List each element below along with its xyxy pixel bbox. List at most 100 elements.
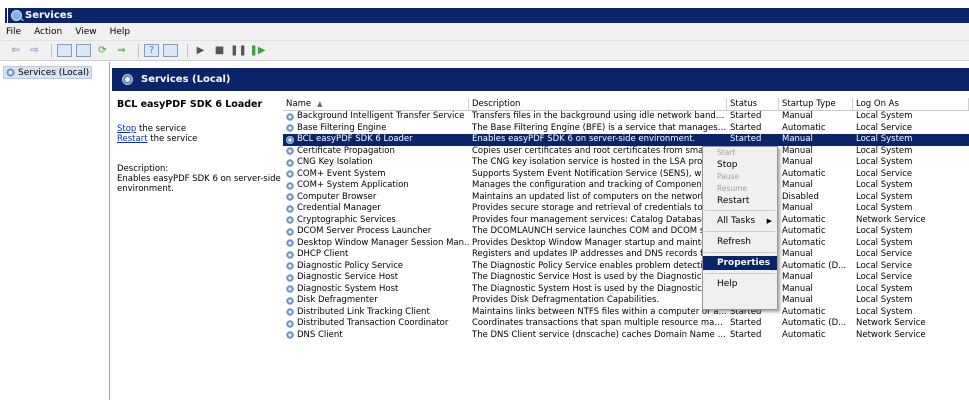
stop-suffix: the service	[136, 124, 187, 134]
table-row[interactable]: DHCP Client Registers and updates IP addr…	[283, 249, 969, 261]
cell-startup-type: Automatic	[782, 226, 826, 236]
table-row[interactable]: Distributed Transaction Coordinator Coord…	[283, 318, 969, 330]
table-row[interactable]: Credential Manager Provides secure storag…	[283, 203, 969, 215]
table-row[interactable]: Base Filtering Engine The Base Filtering …	[283, 123, 969, 135]
show-console-tree-icon[interactable]	[57, 44, 72, 57]
cell-log-on-as: Local System	[856, 145, 913, 156]
table-row[interactable]: DCOM Server Process Launcher The DCOMLAUN…	[283, 226, 969, 238]
cell-log-on-as: Local Service	[856, 122, 913, 133]
cell-name: Distributed Transaction Coordinator	[283, 318, 469, 330]
table-row[interactable]: Computer Browser Maintains an updated lis…	[283, 192, 969, 204]
menu-view[interactable]: View	[75, 27, 96, 37]
cell-name: Base Filtering Engine	[283, 123, 469, 135]
cell-description: Transfers files in the background using …	[472, 111, 727, 121]
properties-icon[interactable]	[76, 44, 91, 57]
table-row[interactable]: COM+ System Application Manages the confi…	[283, 180, 969, 192]
column-header-description[interactable]: Description	[469, 98, 727, 110]
cell-name: DHCP Client	[283, 249, 469, 261]
table-row[interactable]: Distributed Link Tracking Client Maintain…	[283, 307, 969, 319]
table-row[interactable]: Background Intelligent Transfer Service T…	[283, 111, 969, 123]
start-service-icon[interactable]: ▶	[193, 44, 208, 57]
cell-name: Certificate Propagation	[283, 146, 469, 158]
menu-item-properties[interactable]: Properties	[703, 256, 777, 270]
table-row[interactable]: Diagnostic Policy Service The Diagnostic …	[283, 261, 969, 273]
service-name-text: Base Filtering Engine	[297, 122, 387, 133]
table-row[interactable]: Diagnostic System Host The Diagnostic Sys…	[283, 284, 969, 296]
menu-file[interactable]: File	[6, 27, 21, 37]
table-row[interactable]: Cryptographic Services Provides four mana…	[283, 215, 969, 227]
toolbar-separator	[187, 43, 188, 58]
service-gear-icon	[286, 158, 294, 167]
table-row[interactable]: DNS Client The DNS Client service (dnscac…	[283, 330, 969, 342]
column-header-status[interactable]: Status	[727, 98, 779, 110]
cell-name: DNS Client	[283, 330, 469, 342]
column-header-startup-type[interactable]: Startup Type	[779, 98, 853, 110]
cell-name: Background Intelligent Transfer Service	[283, 111, 469, 123]
cell-startup-type: Manual	[782, 272, 813, 282]
back-arrow-icon[interactable]: ⇦	[8, 44, 23, 57]
menu-action[interactable]: Action	[34, 27, 62, 37]
cell-log-on-as: Local Service	[856, 272, 913, 282]
service-name-text: CNG Key Isolation	[297, 157, 373, 167]
cell-description: The Base Filtering Engine (BFE) is a ser…	[472, 122, 727, 133]
cell-startup-type: Automatic	[782, 237, 826, 248]
column-header-log-on-as[interactable]: Log On As	[853, 98, 969, 110]
service-name-text: Distributed Transaction Coordinator	[297, 318, 449, 328]
service-name-text: Diagnostic Policy Service	[297, 260, 404, 271]
refresh-icon[interactable]: ⟳	[95, 44, 110, 57]
cell-startup-type: Manual	[782, 203, 813, 213]
service-gear-icon	[286, 227, 294, 236]
cell-description: Provides Disk Defragmentation Capabiliti…	[472, 295, 660, 305]
cell-status: Started	[730, 329, 762, 340]
service-name-text: Background Intelligent Transfer Service	[297, 111, 465, 121]
table-row[interactable]: Diagnostic Service Host The Diagnostic Se…	[283, 272, 969, 284]
cell-description: Enables easyPDF SDK 6 on server-side env…	[472, 134, 696, 144]
menu-item-refresh[interactable]: Refresh	[703, 235, 777, 249]
column-header-name[interactable]: Name ▲	[283, 98, 469, 110]
cell-description: Maintains links between NTFS files withi…	[472, 306, 727, 317]
cell-name: Distributed Link Tracking Client	[283, 307, 469, 319]
menu-item-all-tasks[interactable]: All Tasks ▶	[703, 214, 777, 228]
table-row[interactable]: Disk Defragmenter Provides Disk Defragmen…	[283, 295, 969, 307]
help-icon[interactable]: ?	[144, 44, 159, 57]
cell-description: Registers and updates IP addresses and D…	[472, 249, 708, 259]
forward-arrow-icon[interactable]: ⇨	[27, 44, 42, 57]
service-gear-icon	[286, 147, 294, 156]
menu-item-label: All Tasks	[717, 216, 756, 226]
table-row[interactable]: COM+ Event System Supports System Event N…	[283, 169, 969, 181]
service-gear-icon	[286, 124, 294, 133]
action-pane-icon[interactable]	[163, 44, 178, 57]
cell-log-on-as: Network Service	[856, 214, 926, 225]
stop-service-link[interactable]: Stop	[117, 124, 136, 134]
service-gear-icon	[286, 181, 294, 190]
context-menu: Start Stop Pause Resume Restart All Task…	[702, 146, 778, 310]
table-row[interactable]: CNG Key Isolation The CNG key isolation s…	[283, 157, 969, 169]
tree-item-services-local[interactable]: Services (Local)	[3, 66, 93, 79]
cell-status: Started	[730, 134, 762, 144]
menu-item-stop[interactable]: Stop	[703, 159, 777, 171]
restart-service-link[interactable]: Restart	[117, 134, 148, 144]
service-gear-icon	[286, 250, 294, 259]
restart-suffix: the service	[147, 134, 198, 144]
menu-item-restart[interactable]: Restart	[703, 195, 777, 207]
service-gear-icon	[286, 296, 294, 305]
stop-service-icon[interactable]: ■	[212, 44, 227, 57]
cell-startup-type: Manual	[782, 180, 813, 190]
service-name-text: Diagnostic Service Host	[297, 272, 399, 282]
menu-item-help[interactable]: Help	[703, 277, 777, 291]
cell-startup-type: Disabled	[782, 191, 819, 202]
table-row[interactable]: Certificate Propagation Copies user certi…	[283, 146, 969, 158]
restart-service-icon[interactable]: ❚▶	[249, 44, 265, 57]
table-row[interactable]: BCL easyPDF SDK 6 Loader Enables easyPDF …	[283, 134, 969, 146]
menu-item-resume: Resume	[717, 184, 748, 193]
submenu-arrow-icon: ▶	[766, 217, 772, 225]
menu-help[interactable]: Help	[110, 27, 131, 37]
pause-service-icon[interactable]: ❚❚	[230, 44, 247, 57]
cell-startup-type: Manual	[782, 157, 813, 167]
export-list-icon[interactable]: ⇒	[114, 44, 129, 57]
service-gear-icon	[286, 170, 294, 179]
service-detail-panel: BCL easyPDF SDK 6 Loader Stop the servic…	[117, 100, 285, 195]
table-row[interactable]: Desktop Window Manager Session Man... Pro…	[283, 238, 969, 250]
cell-log-on-as: Local System	[856, 295, 913, 305]
menu-separator	[705, 273, 775, 274]
